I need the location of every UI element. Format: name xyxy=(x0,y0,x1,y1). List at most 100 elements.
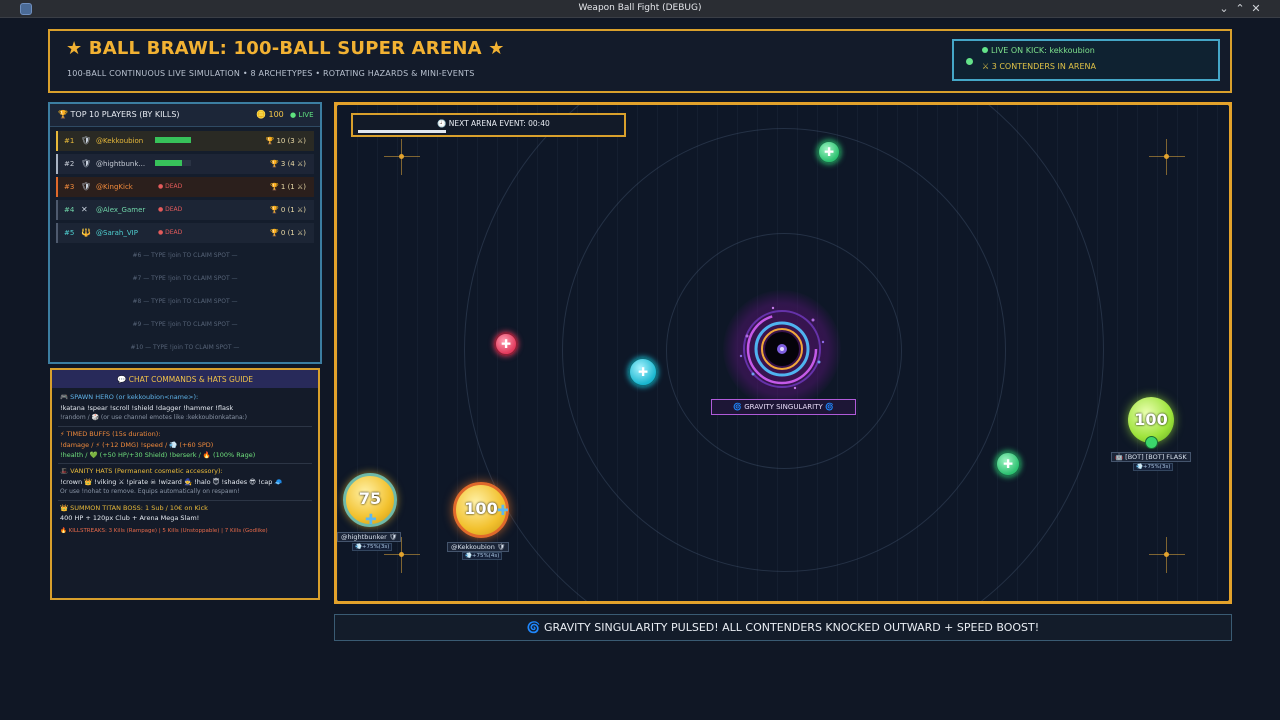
empty-slot: #8 — TYPE !join TO CLAIM SPOT — xyxy=(132,298,238,305)
spawn-commands: !katana !spear !scroll !shield !dagger !… xyxy=(60,404,234,412)
divider xyxy=(58,500,312,501)
player-name: @Kekkoubion xyxy=(96,137,144,145)
speed-buff-tag: 💨+75%(3s) xyxy=(1133,463,1174,471)
event-banner-text: 🌀 GRAVITY SINGULARITY PULSED! ALL CONTEN… xyxy=(526,621,1040,634)
empty-slot: #6 — TYPE !join TO CLAIM SPOT — xyxy=(132,252,238,259)
hats-commands: !crown 👑 !viking ⚔ !pirate ☠ !wizard 🧙 !… xyxy=(60,478,283,486)
next-event-label: 🕘 NEXT ARENA EVENT: 00:40 xyxy=(437,119,550,128)
leaderboard-row[interactable]: #2 🛡 @hightbunk... 🏆 3 (4 ⚔) xyxy=(56,154,314,174)
leaderboard-panel: 🏆 TOP 10 PLAYERS (BY KILLS) 🪙 100 ● LIVE… xyxy=(48,102,322,364)
live-on-kick-text: LIVE ON KICK: kekkoubion xyxy=(991,46,1095,55)
player-name: @Sarah_VIP xyxy=(96,229,138,237)
arena-corner-icon xyxy=(337,105,339,107)
live-dot-icon xyxy=(966,58,973,65)
leaderboard-row[interactable]: #3 🛡 @KingKick ● DEAD 🏆 1 (1 ⚔) xyxy=(56,177,314,197)
plus-icon: ✚ xyxy=(823,145,835,159)
cyan-speed-orb: ✚ xyxy=(628,357,658,387)
titan-heading: 👑 SUMMON TITAN BOSS: 1 Sub / 10€ on Kick xyxy=(60,504,208,512)
player-rank: #3 xyxy=(64,183,75,191)
guide-header: 💬 CHAT COMMANDS & HATS GUIDE xyxy=(52,370,318,388)
green-health-orb: ✚ xyxy=(995,451,1021,477)
chat-commands-guide: 💬 CHAT COMMANDS & HATS GUIDE 🎮 SPAWN HER… xyxy=(50,368,320,600)
player-kills: 🏆 3 (4 ⚔) xyxy=(269,160,306,168)
player-kills: 🏆 1 (1 ⚔) xyxy=(269,183,306,191)
leaderboard-row[interactable]: #4 ✕ @Alex_Gamer ● DEAD 🏆 0 (1 ⚔) xyxy=(56,200,314,220)
hats-heading: 🎩 VANITY HATS (Permanent cosmetic access… xyxy=(60,467,223,475)
player-kills: 🏆 10 (3 ⚔) xyxy=(265,137,307,145)
plus-icon: ✚ xyxy=(500,337,512,351)
dead-badge: ● DEAD xyxy=(158,229,183,236)
buffs-line-1: !damage / ⚡ (+12 DMG) !speed / 💨 (+60 SP… xyxy=(60,441,214,449)
live-dot-small-icon xyxy=(982,47,988,53)
event-banner: 🌀 GRAVITY SINGULARITY PULSED! ALL CONTEN… xyxy=(334,614,1232,641)
empty-slot: #10 — TYPE !join TO CLAIM SPOT — xyxy=(130,344,240,351)
player-class-icon: ✕ xyxy=(81,205,88,214)
player-health-bar xyxy=(155,137,191,143)
live-on-kick-label: LIVE ON KICK: kekkoubion xyxy=(982,46,1095,55)
player-name-tag: @hightbunker 🛡 xyxy=(337,532,402,542)
dead-badge: ● DEAD xyxy=(158,183,183,190)
next-event-progress xyxy=(358,130,446,133)
speed-buff-tag: 💨+75%(3s) xyxy=(352,543,393,551)
health-bar-fill xyxy=(155,137,191,143)
maximize-button[interactable]: ⌃ xyxy=(1232,1,1248,17)
plus-icon: ✚ xyxy=(1002,457,1014,471)
killstreaks-info: 🔥 KILLSTREAKS: 3 Kills (Rampage) | 5 Kil… xyxy=(60,528,268,534)
spawn-heading: 🎮 SPAWN HERO (or kekkoubion<name>): xyxy=(60,393,199,401)
red-damage-orb: ✚ xyxy=(494,332,518,356)
spawn-note: !random / 🎲 (or use channel emotes like … xyxy=(60,414,247,421)
game-title: ★ BALL BRAWL: 100-BALL SUPER ARENA ★ xyxy=(66,38,505,59)
divider xyxy=(58,463,312,464)
player-class-icon: 🛡 xyxy=(81,159,92,168)
titan-description: 400 HP + 120px Club + Arena Mega Slam! xyxy=(60,514,200,522)
player-class-icon: 🔱 xyxy=(81,228,91,237)
spawn-marker-icon xyxy=(384,139,420,175)
window-title: Weapon Ball Fight (DEBUG) xyxy=(578,3,702,13)
player-rank: #1 xyxy=(64,137,75,145)
player-name: @hightbunk... xyxy=(96,160,146,168)
gravity-singularity xyxy=(723,290,841,408)
next-event-box: 🕘 NEXT ARENA EVENT: 00:40 xyxy=(351,113,626,137)
contenders-label: ⚔ 3 CONTENDERS IN ARENA xyxy=(982,62,1096,71)
live-status-box: LIVE ON KICK: kekkoubion ⚔ 3 CONTENDERS … xyxy=(952,39,1220,81)
hats-note: Or use !nohat to remove. Equips automati… xyxy=(60,488,240,495)
minimize-button[interactable]: ⌄ xyxy=(1216,1,1232,17)
coin-count: 🪙 100 xyxy=(256,110,284,119)
player-health-bar xyxy=(155,160,191,166)
leaderboard-title: 🏆 TOP 10 PLAYERS (BY KILLS) xyxy=(58,110,180,119)
buffs-heading: ⚡ TIMED BUFFS (15s duration): xyxy=(60,430,161,438)
spawn-marker-icon xyxy=(1149,139,1185,175)
live-badge: ● LIVE xyxy=(290,111,314,119)
singularity-icon xyxy=(739,306,825,390)
buffs-line-2: !health / 💚 (+50 HP/+30 Shield) !berserk… xyxy=(60,451,256,459)
game-subtitle: 100-BALL CONTINUOUS LIVE SIMULATION • 8 … xyxy=(67,69,475,78)
game-header: ★ BALL BRAWL: 100-BALL SUPER ARENA ★ 100… xyxy=(48,29,1232,93)
shield-weapon-icon: ✚ xyxy=(365,512,377,528)
health-bar-fill xyxy=(155,160,182,166)
flask-weapon-icon xyxy=(1145,436,1158,449)
bot-name-tag: 🤖 [BOT] [BOT] FLASK xyxy=(1111,452,1191,462)
player-rank: #2 xyxy=(64,160,75,168)
weapon-icon: ✚ xyxy=(497,503,509,519)
arena-corner-icon xyxy=(337,599,339,601)
singularity-label: 🌀 GRAVITY SINGULARITY 🌀 xyxy=(711,399,856,415)
player-kills: 🏆 0 (1 ⚔) xyxy=(269,229,306,237)
spawn-marker-icon xyxy=(1149,537,1185,573)
leaderboard-row[interactable]: #5 🔱 @Sarah_VIP ● DEAD 🏆 0 (1 ⚔) xyxy=(56,223,314,243)
player-class-icon: 🛡 xyxy=(81,136,92,145)
arena-corner-icon xyxy=(1227,105,1229,107)
window-titlebar: Weapon Ball Fight (DEBUG) ⌄ ⌃ ✕ xyxy=(0,0,1280,18)
player-name-tag: @Kekkoubion 🛡 xyxy=(447,542,510,552)
player-rank: #5 xyxy=(64,229,75,237)
arena-corner-icon xyxy=(1227,599,1229,601)
empty-slot: #7 — TYPE !join TO CLAIM SPOT — xyxy=(132,275,238,282)
green-health-orb: ✚ xyxy=(817,140,841,164)
close-button[interactable]: ✕ xyxy=(1248,1,1264,17)
game-arena[interactable]: 🕘 NEXT ARENA EVENT: 00:40 🌀 GRAVITY SING… xyxy=(334,102,1232,604)
player-name: @KingKick xyxy=(96,183,133,191)
empty-slot: #9 — TYPE !join TO CLAIM SPOT — xyxy=(132,321,238,328)
leaderboard-row[interactable]: #1 🛡 @Kekkoubion 🏆 10 (3 ⚔) xyxy=(56,131,314,151)
player-kills: 🏆 0 (1 ⚔) xyxy=(269,206,306,214)
player-class-icon: 🛡 xyxy=(81,182,92,191)
speed-buff-tag: 💨+75%(4s) xyxy=(462,552,503,560)
